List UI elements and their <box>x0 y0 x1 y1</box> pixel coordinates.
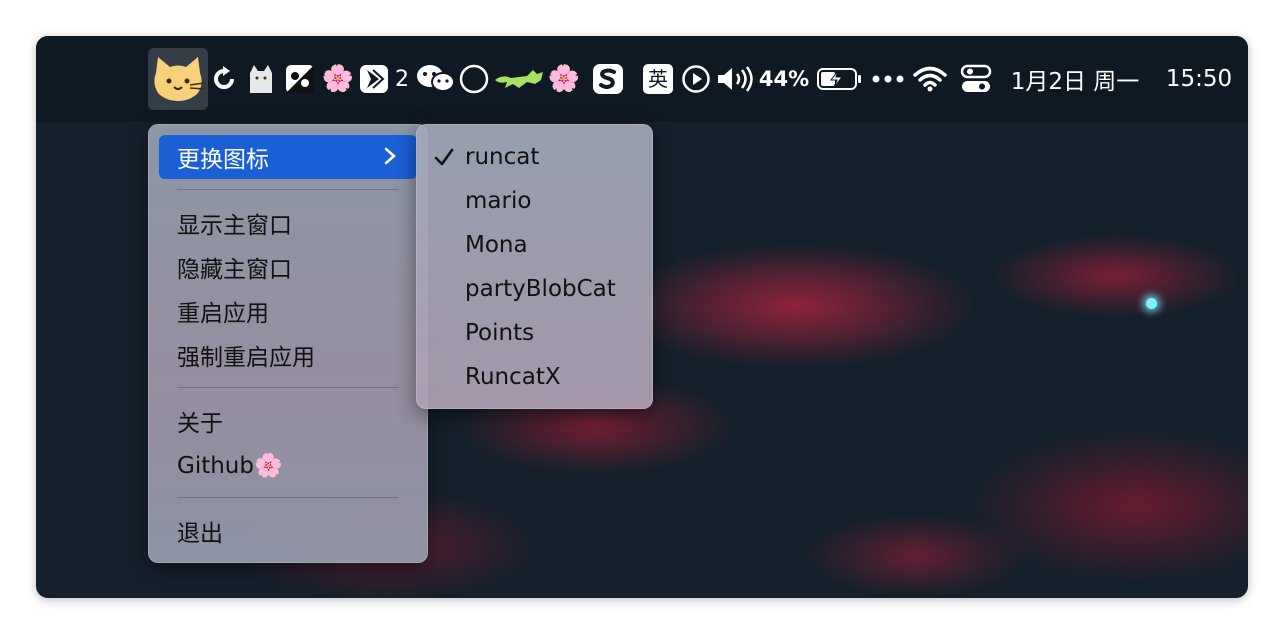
volume-percent: 44% <box>758 67 810 91</box>
feishu-icon[interactable] <box>358 36 390 122</box>
input-method-indicator[interactable]: 英 <box>640 36 676 122</box>
menu-item-label: 强制重启应用 <box>177 345 315 371</box>
wifi-icon[interactable] <box>912 36 948 122</box>
menu-item-github[interactable]: Github🌸 <box>159 443 417 487</box>
menu-item-label: 退出 <box>177 521 223 547</box>
submenu-item-mona[interactable]: Mona <box>417 223 652 267</box>
submenu-item-label: mario <box>465 188 532 214</box>
time-label[interactable]: 15:50 <box>1162 36 1236 122</box>
play-icon[interactable] <box>680 36 712 122</box>
submenu-item-label: runcat <box>465 144 540 170</box>
menu-bar: 🌸 2 🌸 英 44% 1月2日 周一 15:50 <box>36 36 1248 122</box>
menu-item-label: 关于 <box>177 411 223 437</box>
cherry-blossom-icon[interactable]: 🌸 <box>546 36 582 122</box>
volume-icon[interactable] <box>714 36 758 122</box>
cat-silhouette-icon[interactable] <box>244 36 278 122</box>
menu-item-label: 隐藏主窗口 <box>177 257 292 283</box>
submenu-item-label: Points <box>465 320 535 346</box>
submenu-item-runcat[interactable]: runcat <box>417 135 652 179</box>
menu-item-label: 显示主窗口 <box>177 213 292 239</box>
submenu-item-partyblobcat[interactable]: partyBlobCat <box>417 267 652 311</box>
cherry-blossom-icon[interactable]: 🌸 <box>320 36 356 122</box>
desktop-window: 🌸 2 🌸 英 44% 1月2日 周一 15:50 更换图标 显示主窗口 隐藏主… <box>36 36 1248 598</box>
submenu-item-label: partyBlobCat <box>465 276 616 302</box>
runcat-cat-icon <box>154 57 205 101</box>
menu-item-hide-main-window[interactable]: 隐藏主窗口 <box>159 245 417 289</box>
runcat-menu: 更换图标 显示主窗口 隐藏主窗口 重启应用 强制重启应用 关于 Github🌸 … <box>148 124 428 563</box>
submenu-item-runcatx[interactable]: RuncatX <box>417 355 652 399</box>
running-cat-icon[interactable] <box>492 36 548 122</box>
submenu-item-mario[interactable]: mario <box>417 179 652 223</box>
menu-item-force-restart-app[interactable]: 强制重启应用 <box>159 333 417 377</box>
menu-item-label: 更换图标 <box>177 147 269 173</box>
menu-separator <box>177 387 399 388</box>
control-center-icon[interactable] <box>958 36 994 122</box>
submenu-item-label: Mona <box>465 232 528 258</box>
menu-separator <box>177 497 399 498</box>
menu-item-label: Github🌸 <box>177 452 283 479</box>
input-method-label: 英 <box>643 64 673 94</box>
menu-item-show-main-window[interactable]: 显示主窗口 <box>159 201 417 245</box>
runcat-status-item[interactable] <box>148 48 208 110</box>
menu-item-change-icon[interactable]: 更换图标 <box>159 135 417 179</box>
change-icon-submenu: runcat mario Mona partyBlobCat Points Ru… <box>416 124 653 409</box>
menu-item-about[interactable]: 关于 <box>159 399 417 443</box>
chevron-right-icon <box>384 147 396 165</box>
wallpaper-star <box>1146 298 1157 309</box>
menu-item-label: 重启应用 <box>177 301 269 327</box>
refresh-icon[interactable] <box>208 36 240 122</box>
checkmark-icon <box>434 148 454 166</box>
yin-yang-icon[interactable] <box>284 36 316 122</box>
submenu-item-points[interactable]: Points <box>417 311 652 355</box>
menu-item-restart-app[interactable]: 重启应用 <box>159 289 417 333</box>
sogou-icon[interactable] <box>590 36 626 122</box>
menu-item-quit[interactable]: 退出 <box>159 509 417 553</box>
battery-icon[interactable] <box>814 36 866 122</box>
submenu-item-label: RuncatX <box>465 364 561 390</box>
circle-icon[interactable] <box>456 36 492 122</box>
menu-separator <box>177 189 399 190</box>
more-icon[interactable] <box>870 36 906 122</box>
date-label[interactable]: 1月2日 周一 <box>1000 36 1150 122</box>
wechat-icon[interactable] <box>414 36 458 122</box>
badge-count: 2 <box>395 66 409 92</box>
